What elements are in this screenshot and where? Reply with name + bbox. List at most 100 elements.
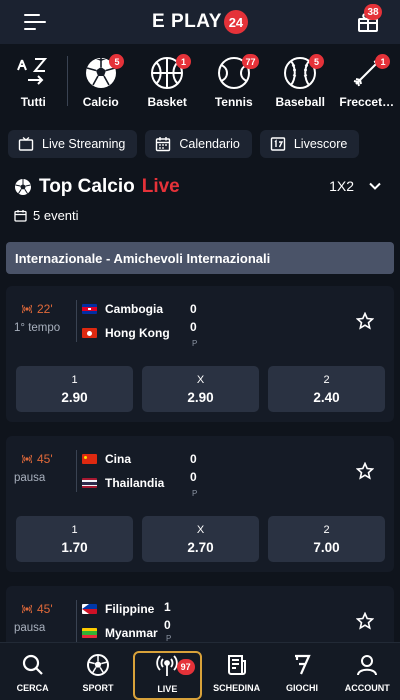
match-card[interactable]: 45' pausa Cina Thailandia 0 0 P 1 1.70 X… [6,436,394,572]
team-name: Filippine [105,602,155,616]
live-minute: 22' [22,302,53,316]
sport-label: Freccet… [339,95,395,109]
card-divider [76,300,77,342]
calendar-icon [14,210,27,222]
sport-label: Tutti [20,95,46,109]
odd-button-x[interactable]: X 2.90 [142,366,259,412]
team-name: Myanmar [105,626,158,640]
logo-text: E PLAY [152,11,222,32]
favorite-star-icon[interactable] [356,462,374,480]
nav-account[interactable]: ACCOUNT [335,643,400,700]
odd-button-x[interactable]: X 2.70 [142,516,259,562]
soccer-ball-icon [86,654,109,676]
favorite-star-icon[interactable] [356,312,374,330]
sport-badge: 1 [375,54,391,69]
sport-calcio[interactable]: 5 Calcio [67,44,134,118]
away-score: 0 [190,470,197,484]
chevron-down-icon [369,182,381,190]
nav-giochi[interactable]: GIOCHI [269,643,334,700]
minute-text: 22' [37,302,53,316]
nav-live[interactable]: 97 LIVE [132,651,202,700]
section-title: Top Calcio Live [14,176,180,198]
away-score: 0 [164,618,171,632]
live-minute: 45' [22,602,53,616]
flag-thailand-icon [82,478,97,488]
sport-basket[interactable]: 1 Basket [134,44,201,118]
team-name: Thailandia [105,476,165,490]
odd-value: 2.40 [313,389,340,405]
quick-filters: Live Streaming Calendario Livescore [8,130,360,158]
gift-badge: 38 [364,4,382,20]
sport-tutti[interactable]: Tutti [0,44,67,118]
sport-tennis[interactable]: 77 Tennis [200,44,267,118]
nav-label: CERCA [16,683,49,693]
nav-label: SCHEDINA [213,683,261,693]
home-team: Cina [82,452,131,466]
team-name: Cambogia [105,302,164,316]
flag-cambodia-icon [82,304,97,314]
section-title-live: Live [141,176,180,197]
odd-button-1[interactable]: 1 2.90 [16,366,133,412]
odd-value: 2.90 [61,389,88,405]
nav-sport[interactable]: SPORT [65,643,130,700]
scoreboard-icon [270,137,286,151]
sport-baseball[interactable]: 5 Baseball [267,44,334,118]
minute-text: 45' [37,452,53,466]
az-sort-icon [17,58,48,85]
away-team: Myanmar [82,626,158,640]
odd-button-2[interactable]: 2 2.40 [268,366,385,412]
seven-icon [294,654,311,675]
broadcast-icon [156,655,179,676]
sport-badge: 5 [308,54,324,69]
odd-value: 2.70 [187,539,214,555]
user-icon [357,655,378,676]
odd-button-1[interactable]: 1 1.70 [16,516,133,562]
match-period: pausa [14,622,46,634]
menu-icon[interactable] [24,12,48,32]
flag-philippines-icon [82,604,97,614]
home-score: 1 [164,600,171,614]
flag-china-icon [82,454,97,464]
card-divider [76,450,77,492]
odd-key: X [196,373,205,386]
card-divider [76,600,77,642]
match-period: 1° tempo [14,322,61,334]
broadcast-icon [22,604,32,614]
odd-value: 1.70 [61,539,88,555]
match-card[interactable]: 22' 1° tempo Cambogia Hong Kong 0 0 P 1 … [6,286,394,422]
events-count: 5 eventi [14,208,79,223]
period-marker: P [192,489,198,498]
odd-key: 2 [323,523,330,536]
brand-logo[interactable]: E PLAY 24 [152,10,248,34]
sport-badge: 77 [242,54,259,69]
sport-badge: 1 [175,54,191,69]
nav-cerca[interactable]: CERCA [0,643,65,700]
calendario-button[interactable]: Calendario [145,130,252,158]
competition-header[interactable]: Internazionale - Amichevoli Internaziona… [6,242,394,274]
flag-hong-kong-icon [82,328,97,338]
broadcast-icon [22,454,32,464]
pill-label: Calendario [179,137,240,151]
team-name: Hong Kong [105,326,170,340]
nav-schedina[interactable]: SCHEDINA [204,643,269,700]
sports-filter-row: Tutti 5 Calcio 1 Basket 77 Tennis 5 Base… [0,44,400,118]
favorite-star-icon[interactable] [356,612,374,630]
home-score: 0 [190,302,197,316]
odds-row: 1 2.90 X 2.90 2 2.40 [16,366,385,412]
market-selector[interactable]: 1X2 [329,178,382,194]
match-card[interactable]: 45' pausa Filippine Myanmar 1 0 P [6,586,394,643]
live-minute: 45' [22,452,53,466]
betslip-icon [227,655,246,675]
nav-label: ACCOUNT [344,683,390,693]
odd-value: 2.90 [187,389,214,405]
odds-row: 1 1.70 X 2.70 2 7.00 [16,516,385,562]
flag-myanmar-icon [82,628,97,638]
odd-button-2[interactable]: 2 7.00 [268,516,385,562]
top-bar: E PLAY 24 38 [0,0,400,44]
minute-text: 45' [37,602,53,616]
nav-label: SPORT [82,683,114,693]
live-streaming-button[interactable]: Live Streaming [8,130,138,158]
livescore-button[interactable]: Livescore [259,130,360,158]
home-team: Cambogia [82,302,163,316]
sport-freccette[interactable]: 1 Freccet… [333,44,400,118]
